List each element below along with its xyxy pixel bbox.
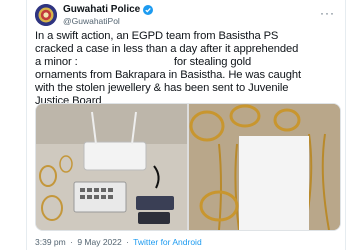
tweet-card[interactable]: Guwahati Police @GuwahatiPol ··· In a sw…: [26, 0, 346, 250]
tweet-text-line: In a swift action, an EGPD team from Bas…: [35, 30, 279, 42]
media-photo-gold-ornaments[interactable]: [189, 104, 340, 230]
footer-separator: ·: [126, 237, 129, 247]
display-name-text[interactable]: Guwahati Police: [63, 4, 140, 16]
tweet-date[interactable]: 9 May 2022: [77, 237, 121, 247]
tweet-text-line: cracked a case in less than a day after …: [35, 43, 299, 55]
police-badge-icon: [35, 4, 57, 26]
account-name-block[interactable]: Guwahati Police @GuwahatiPol: [63, 4, 263, 26]
tweet-time[interactable]: 3:39 pm: [35, 237, 66, 247]
tweet-footer: 3:39 pm · 9 May 2022 · Twitter for Andro…: [35, 237, 202, 247]
gold-ornaments-photo: [189, 104, 340, 230]
account-handle[interactable]: @GuwahatiPol: [63, 16, 263, 26]
tweet-source-link[interactable]: Twitter for Android: [133, 237, 202, 247]
footer-separator: ·: [70, 237, 73, 247]
more-options-icon[interactable]: ···: [320, 6, 335, 20]
display-name[interactable]: Guwahati Police: [63, 4, 263, 16]
media-photo-recovered-items[interactable]: [36, 104, 187, 230]
recovered-items-photo: [36, 104, 187, 230]
avatar[interactable]: [35, 4, 57, 26]
tweet-text: In a swift action, an EGPD team from Bas…: [35, 30, 339, 108]
tweet-text-line: a minor : for stealing gold: [35, 56, 252, 68]
tweet-media[interactable]: [35, 103, 341, 231]
verified-badge-icon: [143, 5, 154, 15]
tweet-text-line: with the stolen jewellery & has been sen…: [35, 82, 289, 94]
tweet-text-line: ornaments from Bakrapara in Basistha. He…: [35, 69, 302, 81]
